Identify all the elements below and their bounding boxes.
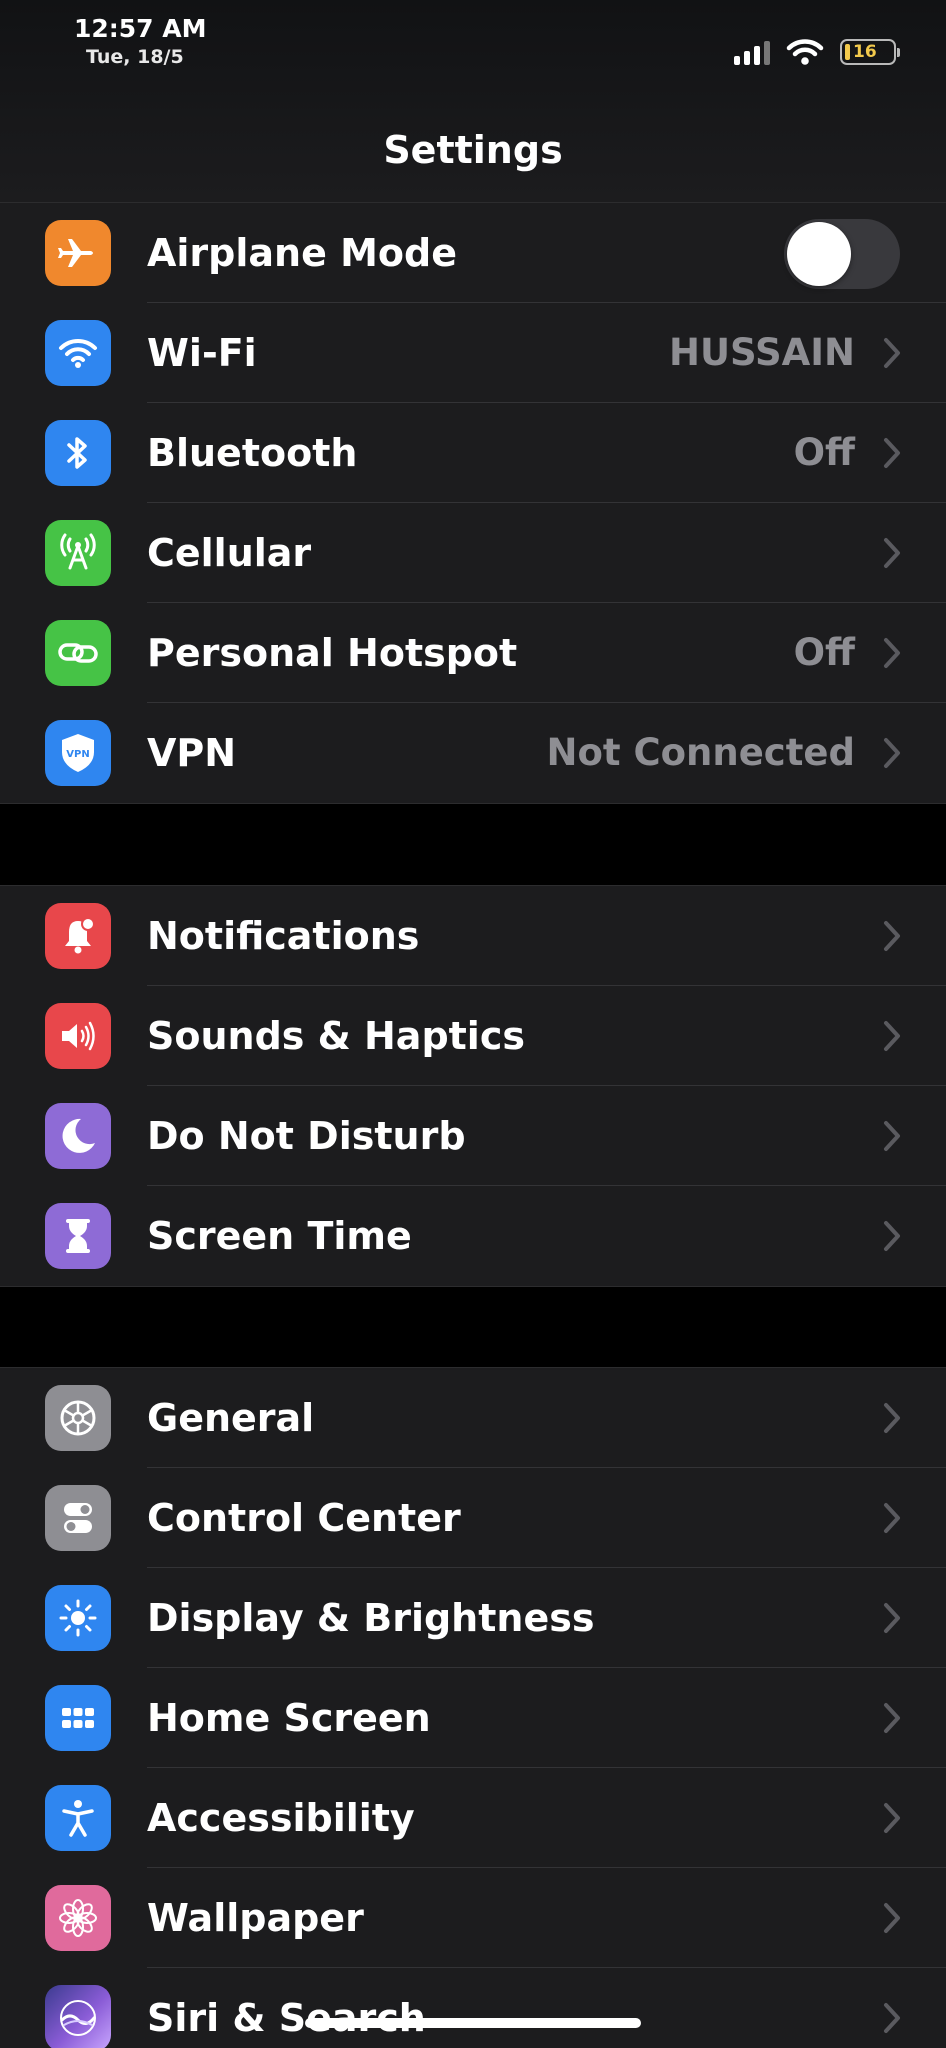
bluetooth-label: Bluetooth [147, 431, 358, 475]
control-center-label: Control Center [147, 1496, 461, 1540]
bluetooth-value: Off [793, 431, 855, 474]
chevron-right-icon [884, 438, 900, 468]
speaker-icon [45, 1003, 111, 1069]
chevron-right-icon [884, 538, 900, 568]
chevron-right-icon [884, 1121, 900, 1151]
wifi-status-icon [786, 39, 824, 65]
settings-row-cellular[interactable]: Cellular [0, 503, 946, 603]
settings-row-do-not-disturb[interactable]: Do Not Disturb [0, 1086, 946, 1186]
airplane-icon [45, 220, 111, 286]
toggle-knob [787, 222, 851, 286]
cellular-label: Cellular [147, 531, 312, 575]
settings-row-sounds-haptics[interactable]: Sounds & Haptics [0, 986, 946, 1086]
battery-level: 16 [853, 42, 877, 62]
settings-row-general[interactable]: General [0, 1368, 946, 1468]
settings-row-siri-search[interactable]: Siri & Search [0, 1968, 946, 2048]
settings-row-wallpaper[interactable]: Wallpaper [0, 1868, 946, 1968]
personal-hotspot-value: Off [793, 631, 855, 674]
status-date: Tue, 18/5 [86, 46, 184, 68]
settings-row-personal-hotspot[interactable]: Personal Hotspot Off [0, 603, 946, 703]
cellular-signal-icon [734, 39, 770, 65]
siri-icon [45, 1985, 111, 2048]
hourglass-icon [45, 1203, 111, 1269]
page-title: Settings [383, 128, 563, 172]
bluetooth-icon [45, 420, 111, 486]
flower-icon [45, 1885, 111, 1951]
chevron-right-icon [884, 1221, 900, 1251]
accessibility-label: Accessibility [147, 1796, 415, 1840]
settings-group-connectivity: Airplane Mode Wi-Fi HUSSAIN Bluetooth Of… [0, 202, 946, 804]
settings-row-control-center[interactable]: Control Center [0, 1468, 946, 1568]
chevron-right-icon [884, 2003, 900, 2033]
chevron-right-icon [884, 921, 900, 951]
home-screen-label: Home Screen [147, 1696, 431, 1740]
chevron-right-icon [884, 338, 900, 368]
status-time: 12:57 AM [74, 14, 207, 43]
siri-search-label: Siri & Search [147, 1996, 426, 2040]
chevron-right-icon [884, 1503, 900, 1533]
settings-row-vpn[interactable]: VPN VPN Not Connected [0, 703, 946, 803]
general-label: General [147, 1396, 315, 1440]
vpn-icon-text: VPN [66, 749, 89, 760]
vpn-shield-icon: VPN [45, 720, 111, 786]
settings-row-display-brightness[interactable]: Display & Brightness [0, 1568, 946, 1668]
chevron-right-icon [884, 638, 900, 668]
antenna-icon [45, 520, 111, 586]
chevron-right-icon [884, 1903, 900, 1933]
personal-hotspot-label: Personal Hotspot [147, 631, 518, 675]
settings-row-home-screen[interactable]: Home Screen [0, 1668, 946, 1768]
navigation-bar: 12:57 AM Tue, 18/5 16 Settings [0, 0, 946, 203]
switches-icon [45, 1485, 111, 1551]
wifi-icon [45, 320, 111, 386]
sounds-haptics-label: Sounds & Haptics [147, 1014, 525, 1058]
gear-icon [45, 1385, 111, 1451]
battery-icon: 16 [840, 39, 900, 65]
wallpaper-label: Wallpaper [147, 1896, 364, 1940]
settings-group-general: General Control Center Display & Brightn… [0, 1367, 946, 2048]
airplane-mode-label: Airplane Mode [147, 231, 457, 275]
settings-row-wifi[interactable]: Wi-Fi HUSSAIN [0, 303, 946, 403]
vpn-value: Not Connected [546, 731, 855, 774]
do-not-disturb-label: Do Not Disturb [147, 1114, 466, 1158]
settings-row-bluetooth[interactable]: Bluetooth Off [0, 403, 946, 503]
vpn-label: VPN [147, 731, 237, 775]
chevron-right-icon [884, 1803, 900, 1833]
notifications-label: Notifications [147, 914, 420, 958]
chevron-right-icon [884, 1703, 900, 1733]
home-indicator[interactable] [305, 2018, 641, 2028]
wifi-value: HUSSAIN [668, 331, 855, 374]
screen-time-label: Screen Time [147, 1214, 412, 1258]
accessibility-icon [45, 1785, 111, 1851]
chevron-right-icon [884, 1603, 900, 1633]
airplane-mode-toggle[interactable] [784, 219, 900, 289]
chevron-right-icon [884, 1021, 900, 1051]
wifi-label: Wi-Fi [147, 331, 257, 375]
settings-row-airplane-mode[interactable]: Airplane Mode [0, 203, 946, 303]
settings-group-notifications: Notifications Sounds & Haptics Do Not Di… [0, 885, 946, 1287]
settings-row-accessibility[interactable]: Accessibility [0, 1768, 946, 1868]
settings-row-notifications[interactable]: Notifications [0, 886, 946, 986]
chevron-right-icon [884, 738, 900, 768]
app-grid-icon [45, 1685, 111, 1751]
chevron-right-icon [884, 1403, 900, 1433]
bell-icon [45, 903, 111, 969]
display-brightness-label: Display & Brightness [147, 1596, 595, 1640]
settings-screen: 12:57 AM Tue, 18/5 16 Settings Airplane … [0, 0, 946, 2048]
sun-icon [45, 1585, 111, 1651]
status-icons: 16 [734, 34, 900, 70]
settings-row-screen-time[interactable]: Screen Time [0, 1186, 946, 1286]
moon-icon [45, 1103, 111, 1169]
chain-link-icon [45, 620, 111, 686]
